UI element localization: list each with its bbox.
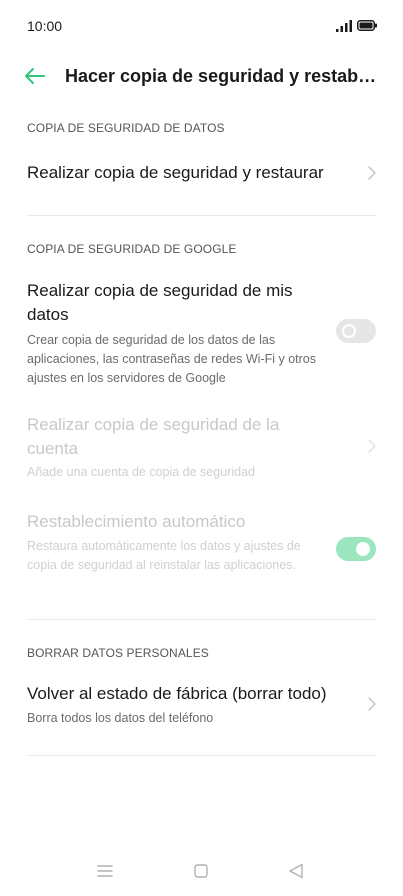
backup-my-data-description: Crear copia de seguridad de los datos de…: [27, 333, 317, 385]
app-bar: Hacer copia de seguridad y restablec...: [0, 56, 403, 96]
factory-reset-description: Borra todos los datos del teléfono: [27, 711, 214, 725]
backup-account-description: Añade una cuenta de copia de seguridad: [27, 465, 255, 479]
backup-account-title: Realizar copia de seguridad de la cuenta: [27, 415, 280, 458]
backup-account-item: Realizar copia de seguridad de la cuenta…: [0, 410, 403, 488]
divider: [27, 755, 376, 756]
divider: [27, 215, 376, 216]
section-header-google: COPIA DE SEGURIDAD DE GOOGLE: [27, 242, 237, 256]
backup-my-data-item[interactable]: Realizar copia de seguridad de mis datos…: [0, 276, 403, 391]
navigation-bar: [0, 848, 403, 896]
backup-my-data-title: Realizar copia de seguridad de mis datos: [27, 281, 293, 324]
backup-restore-title: Realizar copia de seguridad y restaurar: [27, 163, 324, 182]
factory-reset-item[interactable]: Volver al estado de fábrica (borrar todo…: [0, 680, 403, 735]
chevron-right-icon: [368, 166, 376, 180]
divider: [27, 619, 376, 620]
backup-restore-item[interactable]: Realizar copia de seguridad y restaurar: [0, 150, 403, 210]
back-triangle-icon[interactable]: [288, 863, 304, 879]
toggle-knob: [342, 324, 356, 338]
home-square-icon[interactable]: [194, 864, 208, 878]
battery-icon: [357, 20, 377, 31]
section-header-erase: BORRAR DATOS PERSONALES: [27, 646, 209, 660]
signal-icon: [336, 20, 352, 32]
auto-restore-title: Restablecimiento automático: [27, 512, 246, 531]
status-time: 10:00: [27, 18, 63, 34]
factory-reset-title: Volver al estado de fábrica (borrar todo…: [27, 684, 327, 703]
auto-restore-description: Restaura automáticamente los datos y aju…: [27, 539, 301, 572]
toggle-knob: [356, 542, 370, 556]
backup-my-data-toggle[interactable]: [336, 319, 376, 343]
auto-restore-item: Restablecimiento automático Restaura aut…: [0, 508, 403, 598]
auto-restore-toggle: [336, 537, 376, 561]
menu-icon[interactable]: [97, 864, 113, 878]
back-arrow-icon[interactable]: [22, 64, 48, 88]
status-bar: 10:00: [0, 0, 403, 52]
chevron-right-icon: [368, 697, 376, 711]
section-header-backup: COPIA DE SEGURIDAD DE DATOS: [27, 121, 225, 135]
chevron-right-icon: [368, 439, 376, 453]
page-title: Hacer copia de seguridad y restablec...: [65, 66, 380, 86]
